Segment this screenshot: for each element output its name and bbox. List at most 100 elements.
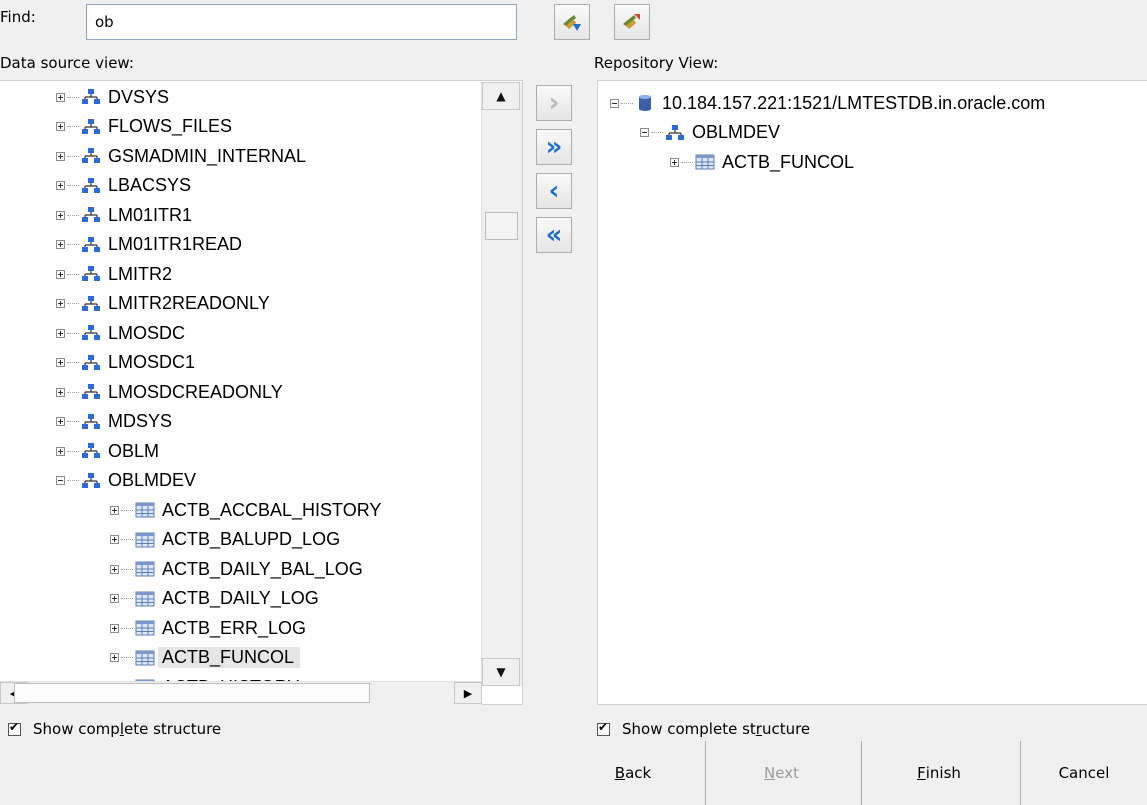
tree-item-label: ACTB_DAILY_LOG — [162, 588, 319, 608]
expand-icon[interactable] — [56, 122, 65, 131]
move-left-button[interactable]: ‹ — [536, 173, 572, 209]
expand-icon[interactable] — [110, 653, 119, 662]
expand-icon[interactable] — [56, 358, 65, 367]
tree-item[interactable]: LMOSDC1 — [56, 349, 195, 377]
tree-item[interactable]: ACTB_FUNCOL — [110, 644, 301, 672]
find-input[interactable] — [86, 4, 517, 40]
tree-connector — [621, 102, 633, 104]
tree-item[interactable]: OBLMDEV — [56, 467, 196, 495]
repository-tree[interactable]: 10.184.157.221:1521/LMTESTDB.in.oracle.c… — [597, 80, 1147, 705]
collapse-icon[interactable] — [610, 98, 619, 108]
scroll-thumb[interactable] — [485, 212, 518, 240]
tree-item[interactable]: ACTB_ERR_LOG — [110, 614, 306, 642]
database-icon — [635, 94, 655, 112]
schema-icon — [81, 472, 101, 490]
scroll-up-button[interactable]: ▲ — [482, 82, 520, 110]
horizontal-scroll-thumb[interactable] — [14, 683, 370, 703]
expand-icon[interactable] — [56, 210, 65, 220]
expand-icon[interactable] — [56, 92, 65, 102]
schema-icon — [81, 147, 101, 165]
tree-connector — [121, 657, 133, 658]
cancel-button[interactable]: Cancel — [1020, 741, 1147, 805]
tree-item[interactable]: GSMADMIN_INTERNAL — [56, 142, 306, 170]
tree-connector — [681, 161, 693, 163]
expand-icon[interactable] — [110, 594, 119, 603]
table-icon — [695, 153, 715, 171]
tree-item[interactable]: ACTB_FUNCOL — [670, 148, 854, 176]
schema-icon — [665, 124, 685, 142]
find-next-button[interactable] — [614, 4, 650, 40]
tree-connector — [67, 362, 79, 363]
tree-item[interactable]: MDSYS — [56, 408, 172, 436]
tree-connector — [67, 126, 79, 127]
move-all-left-button[interactable]: « — [536, 217, 572, 253]
move-right-button[interactable]: › — [536, 85, 572, 121]
expand-icon[interactable] — [56, 240, 65, 249]
collapse-icon[interactable] — [56, 476, 65, 485]
scroll-right-button[interactable]: ▶ — [454, 682, 482, 704]
schema-icon — [81, 354, 101, 372]
schema-icon — [81, 118, 101, 136]
expand-icon[interactable] — [670, 157, 679, 167]
tree-item-label: ACTB_FUNCOL — [158, 647, 301, 668]
scroll-down-button[interactable]: ▼ — [482, 658, 520, 686]
tree-item-label: ACTB_BALUPD_LOG — [162, 529, 341, 549]
tree-item[interactable]: LM01ITR1READ — [56, 231, 242, 259]
tree-item[interactable]: ACTB_ACCBAL_HISTORY — [110, 496, 381, 524]
tree-item-label: FLOWS_FILES — [108, 116, 233, 136]
tree-item[interactable]: ACTB_DAILY_LOG — [110, 585, 319, 613]
tree-connector — [67, 155, 79, 157]
tree-item[interactable]: LMITR2 — [56, 260, 172, 288]
tree-item[interactable]: DVSYS — [56, 83, 169, 111]
tree-item[interactable]: ACTB_BALUPD_LOG — [110, 526, 340, 554]
tree-item-label: 10.184.157.221:1521/LMTESTDB.in.oracle.c… — [662, 92, 1046, 113]
tree-item-label: GSMADMIN_INTERNAL — [108, 145, 307, 166]
collapse-icon[interactable] — [640, 128, 649, 137]
expand-icon[interactable] — [56, 387, 65, 397]
tree-connector — [67, 421, 79, 422]
tree-item[interactable]: LMOSDC — [56, 319, 185, 347]
tree-item-label: LM01ITR1READ — [108, 234, 243, 254]
move-left-icon: ‹ — [548, 176, 560, 206]
data-source-tree[interactable]: DVSYS FLOWS_FILES GSMADMIN_INTERNAL LBACSYS… — [0, 80, 523, 705]
tree-item[interactable]: LMITR2READONLY — [56, 290, 270, 318]
schema-icon — [81, 236, 101, 254]
tree-connector — [67, 244, 79, 245]
expand-icon[interactable] — [56, 417, 65, 426]
expand-icon[interactable] — [110, 505, 119, 515]
next-button[interactable]: Next — [705, 741, 857, 805]
tree-item[interactable]: LM01ITR1 — [56, 201, 192, 229]
tree-item[interactable]: ACTB_DAILY_BAL_LOG — [110, 555, 363, 583]
checkbox-box[interactable] — [597, 720, 610, 736]
table-icon — [135, 560, 155, 578]
horizontal-scrollbar[interactable]: ◀ ▶ — [0, 681, 482, 705]
expand-icon[interactable] — [56, 446, 65, 456]
tree-connector — [67, 96, 79, 98]
find-button[interactable] — [554, 4, 590, 40]
tree-item[interactable]: FLOWS_FILES — [56, 113, 232, 141]
expand-icon[interactable] — [56, 269, 65, 279]
expand-icon[interactable] — [110, 623, 119, 633]
tree-item[interactable]: OBLMDEV — [640, 119, 780, 147]
tree-item[interactable]: OBLM — [56, 437, 159, 465]
checkbox-box[interactable] — [8, 720, 21, 736]
repo-show-complete-checkbox[interactable]: Show complete structure — [597, 720, 810, 738]
back-button[interactable]: Back — [565, 741, 701, 805]
tree-item-label: LMITR2 — [108, 263, 173, 284]
expand-icon[interactable] — [110, 535, 119, 544]
expand-icon[interactable] — [110, 564, 119, 574]
ds-show-complete-checkbox[interactable]: Show complete structure — [8, 720, 221, 738]
move-all-right-button[interactable]: » — [536, 129, 572, 165]
tree-item[interactable]: LMOSDCREADONLY — [56, 378, 283, 406]
expand-icon[interactable] — [56, 299, 65, 308]
table-icon — [135, 649, 155, 667]
finish-button[interactable]: Finish — [861, 741, 1016, 805]
expand-icon[interactable] — [56, 151, 65, 161]
expand-icon[interactable] — [56, 181, 65, 190]
tree-item[interactable]: LBACSYS — [56, 172, 191, 200]
table-icon — [135, 590, 155, 608]
expand-icon[interactable] — [56, 328, 65, 338]
move-right-icon: › — [548, 88, 560, 118]
vertical-scrollbar[interactable]: ▲ ▼ — [481, 82, 522, 686]
tree-item[interactable]: 10.184.157.221:1521/LMTESTDB.in.oracle.c… — [610, 89, 1045, 117]
